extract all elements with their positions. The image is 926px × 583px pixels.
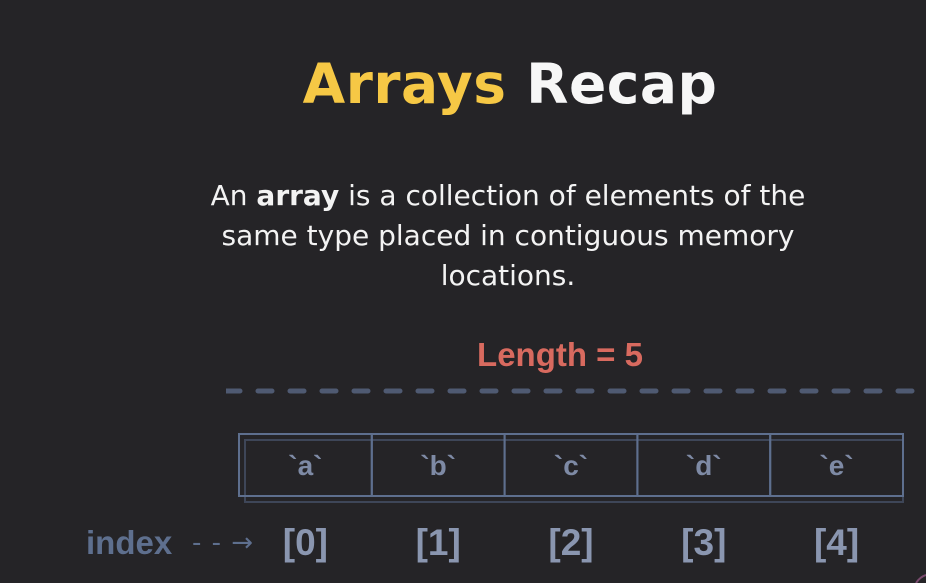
- length-dashed-line: [226, 388, 916, 394]
- array-cell-value: `c`: [554, 450, 588, 481]
- index-label: index: [86, 524, 173, 561]
- array-cell-value: `a`: [288, 450, 322, 481]
- title-accent: Arrays: [302, 52, 507, 116]
- index-value: [0]: [282, 522, 328, 563]
- array-cell-value: `e`: [819, 450, 853, 481]
- index-value: [1]: [415, 522, 461, 563]
- title-rest: Recap: [526, 52, 718, 116]
- array-diagram: `a` `b` `c` `d` `e`: [238, 433, 905, 503]
- definition-text: An array is a collection of elements of …: [196, 176, 820, 296]
- definition-keyword: array: [256, 179, 340, 212]
- index-value: [2]: [548, 522, 594, 563]
- index-value: [3]: [681, 522, 727, 563]
- index-value: [4]: [813, 522, 860, 563]
- index-arrow-icon: - - →: [192, 528, 255, 558]
- array-cell-value: `d`: [686, 450, 722, 481]
- array-cell-value: `b`: [420, 450, 456, 481]
- slide-title: Arrays Recap: [0, 52, 926, 116]
- length-label: Length = 5: [477, 336, 643, 373]
- corner-mark: [915, 574, 926, 583]
- definition-prefix: An: [210, 179, 257, 212]
